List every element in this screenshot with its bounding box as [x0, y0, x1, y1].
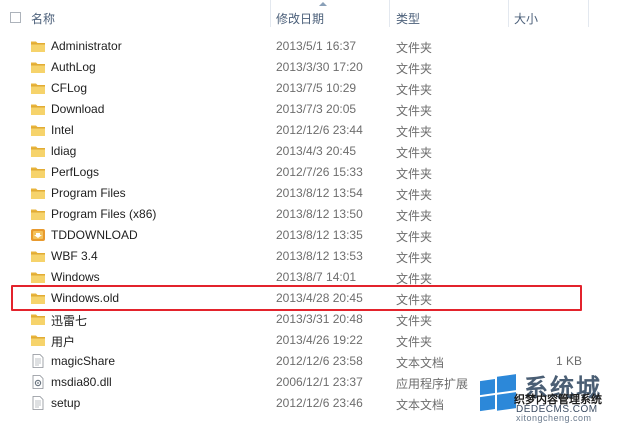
file-date: 2012/12/6 23:58 [276, 354, 363, 368]
folder-icon [30, 39, 46, 53]
file-date: 2013/5/1 16:37 [276, 39, 357, 53]
file-row[interactable]: 用户 2013/4/26 19:22 文件夹 [0, 330, 600, 351]
file-date: 2013/8/12 13:35 [276, 228, 363, 242]
folder-icon [30, 270, 46, 284]
file-type: 文件夹 [396, 251, 433, 265]
file-name: Program Files (x86) [51, 207, 157, 221]
file-date: 2012/12/6 23:44 [276, 123, 363, 137]
folder-icon [30, 165, 46, 179]
file-date: 2006/12/1 23:37 [276, 375, 363, 389]
column-divider[interactable] [588, 0, 589, 27]
file-date: 2013/4/3 20:45 [276, 144, 357, 158]
file-name: magicShare [51, 354, 116, 368]
folder-icon [30, 60, 46, 74]
dll-file-icon [30, 375, 46, 389]
file-type: 文件夹 [396, 188, 433, 202]
file-type: 文件夹 [396, 83, 433, 97]
file-name: WBF 3.4 [51, 249, 98, 263]
file-type: 文件夹 [396, 335, 433, 349]
text-file-icon [30, 396, 46, 410]
file-name: setup [51, 396, 81, 410]
column-header-name[interactable]: 名称 [31, 10, 55, 27]
file-date: 2013/3/30 17:20 [276, 60, 363, 74]
file-name: CFLog [51, 81, 88, 95]
folder-icon [30, 144, 46, 158]
file-type: 应用程序扩展 [396, 377, 469, 391]
column-divider[interactable] [389, 0, 390, 27]
file-name: ldiag [51, 144, 77, 158]
text-file-icon [30, 354, 46, 368]
file-date: 2013/3/31 20:48 [276, 312, 363, 326]
file-date: 2013/8/12 13:50 [276, 207, 363, 221]
file-type: 文件夹 [396, 230, 433, 244]
file-row[interactable]: Administrator 2013/5/1 16:37 文件夹 [0, 36, 600, 57]
file-type: 文件夹 [396, 167, 433, 181]
file-date: 2013/4/26 19:22 [276, 333, 363, 347]
file-type: 文件夹 [396, 62, 433, 76]
folder-icon [30, 81, 46, 95]
file-name: Intel [51, 123, 74, 137]
folder-icon [30, 312, 46, 326]
file-date: 2013/7/3 20:05 [276, 102, 357, 116]
file-row[interactable]: Program Files 2013/8/12 13:54 文件夹 [0, 183, 600, 204]
file-name: Download [51, 102, 105, 116]
file-name: 用户 [51, 335, 76, 349]
file-type: 文件夹 [396, 146, 433, 160]
file-type: 文本文档 [396, 356, 445, 370]
file-name: msdia80.dll [51, 375, 112, 389]
file-row[interactable]: AuthLog 2013/3/30 17:20 文件夹 [0, 57, 600, 78]
file-name: PerfLogs [51, 165, 100, 179]
file-date: 2013/8/12 13:53 [276, 249, 363, 263]
file-name: AuthLog [51, 60, 96, 74]
folder-icon [30, 186, 46, 200]
file-row[interactable]: Download 2013/7/3 20:05 文件夹 [0, 99, 600, 120]
file-row[interactable]: TDDOWNLOAD 2013/8/12 13:35 文件夹 [0, 225, 600, 246]
file-row[interactable]: CFLog 2013/7/5 10:29 文件夹 [0, 78, 600, 99]
file-name: TDDOWNLOAD [51, 228, 138, 242]
highlight-box [11, 285, 582, 311]
sort-ascending-icon [319, 2, 327, 6]
folder-icon [30, 333, 46, 347]
file-date: 2012/12/6 23:46 [276, 396, 363, 410]
file-type: 文件夹 [396, 104, 433, 118]
file-date: 2013/8/7 14:01 [276, 270, 357, 284]
folder-icon [30, 249, 46, 263]
column-header-size[interactable]: 大小 [514, 10, 538, 27]
file-row[interactable]: Intel 2012/12/6 23:44 文件夹 [0, 120, 600, 141]
file-row[interactable]: WBF 3.4 2013/8/12 13:53 文件夹 [0, 246, 600, 267]
watermark-domain: DEDECMS.COM xitongcheng.com [516, 404, 598, 423]
file-date: 2012/7/26 15:33 [276, 165, 363, 179]
folder-icon [30, 123, 46, 137]
file-date: 2013/7/5 10:29 [276, 81, 357, 95]
download-folder-icon [30, 228, 46, 242]
watermark: 系统城 织梦内容管理系统 DEDECMS.COM xitongcheng.com [474, 366, 624, 423]
file-name: Administrator [51, 39, 122, 53]
file-row[interactable]: Program Files (x86) 2013/8/12 13:50 文件夹 [0, 204, 600, 225]
file-row[interactable]: 迅雷七 2013/3/31 20:48 文件夹 [0, 309, 600, 330]
file-type: 文件夹 [396, 41, 433, 55]
file-type: 文件夹 [396, 125, 433, 139]
column-divider[interactable] [270, 0, 271, 27]
folder-icon [30, 102, 46, 116]
file-row[interactable]: ldiag 2013/4/3 20:45 文件夹 [0, 141, 600, 162]
column-divider[interactable] [508, 0, 509, 27]
file-name: Windows [51, 270, 100, 284]
file-type: 文件夹 [396, 314, 433, 328]
column-header-type[interactable]: 类型 [396, 10, 420, 27]
file-type: 文本文档 [396, 398, 445, 412]
select-all-checkbox[interactable] [10, 12, 21, 23]
file-name: Program Files [51, 186, 126, 200]
column-header-date[interactable]: 修改日期 [276, 10, 324, 27]
folder-icon [30, 207, 46, 221]
file-name: 迅雷七 [51, 314, 88, 328]
file-row[interactable]: PerfLogs 2012/7/26 15:33 文件夹 [0, 162, 600, 183]
file-date: 2013/8/12 13:54 [276, 186, 363, 200]
column-header-bar: 名称 修改日期 类型 大小 [0, 0, 624, 34]
file-type: 文件夹 [396, 209, 433, 223]
